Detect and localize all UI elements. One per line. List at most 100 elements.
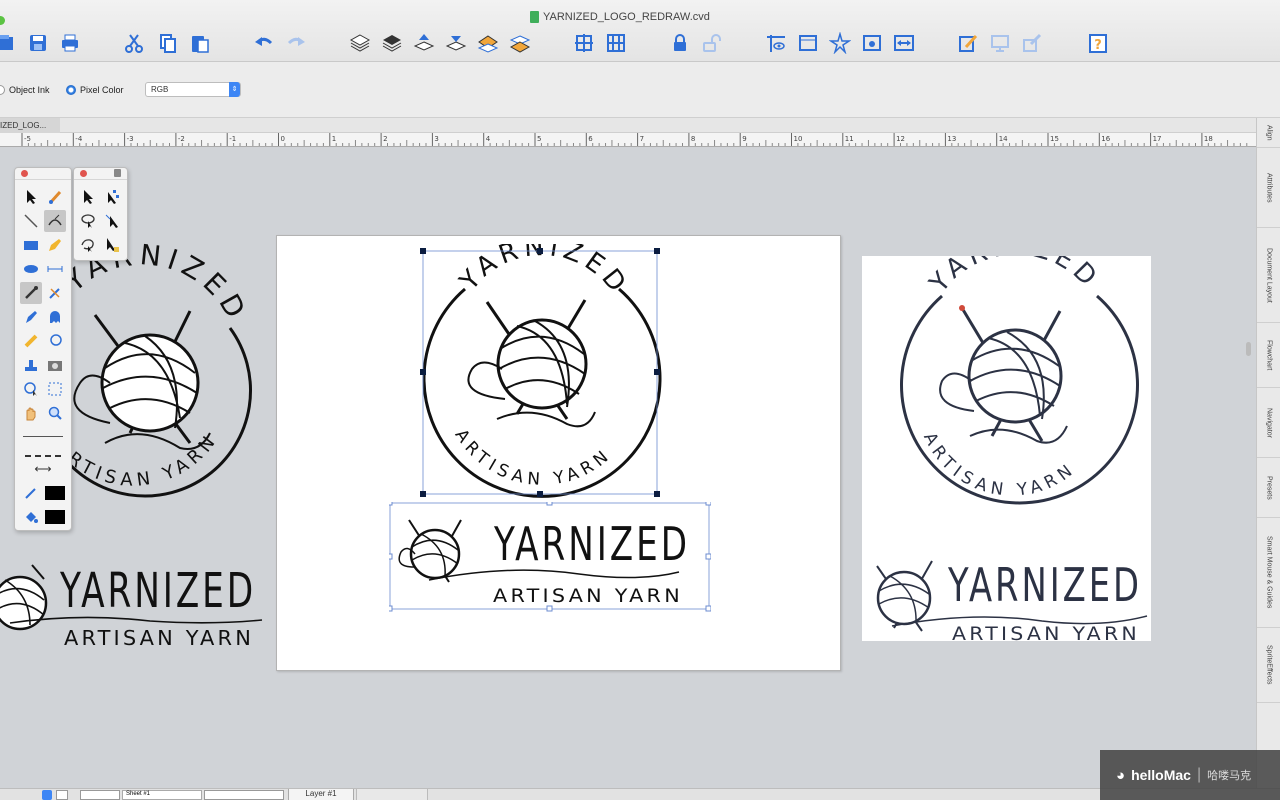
ungroup-button[interactable] — [604, 31, 628, 55]
send-backward-button[interactable] — [444, 31, 468, 55]
hand-tool[interactable] — [20, 402, 42, 424]
help-button[interactable]: ? — [1086, 31, 1110, 55]
paste-button[interactable] — [188, 31, 212, 55]
arrowheads-icon[interactable]: ⟷ — [23, 463, 63, 476]
dock-tab-align[interactable]: Align — [1257, 118, 1280, 148]
magic-lasso-tool[interactable] — [77, 234, 99, 256]
freehand-tool[interactable] — [44, 234, 66, 256]
marquee-tool[interactable] — [44, 378, 66, 400]
line-color-swatch[interactable] — [45, 486, 65, 500]
sheet-nav-buttons[interactable] — [204, 790, 284, 800]
subpalette-header[interactable] — [74, 168, 127, 180]
window-zoom-button[interactable] — [0, 16, 5, 25]
crayon-tool[interactable] — [20, 330, 42, 352]
text-tool[interactable] — [44, 282, 66, 304]
bring-to-front-button[interactable] — [348, 31, 372, 55]
lock-button[interactable] — [668, 31, 692, 55]
stamp-tool[interactable] — [20, 354, 42, 376]
star-tool-button[interactable] — [828, 31, 852, 55]
line-weight-sample[interactable] — [23, 436, 63, 437]
page-horizontal-logo[interactable]: YARNIZED ARTISAN YARN — [389, 502, 711, 612]
show-rulers-button[interactable] — [764, 31, 788, 55]
dock-tab-smart-mouse[interactable]: Smart Mouse & Guides — [1257, 518, 1280, 628]
undo-button[interactable] — [252, 31, 276, 55]
send-to-back-button[interactable] — [380, 31, 404, 55]
document-tab[interactable]: IZED_LOG... — [0, 118, 60, 133]
vertical-scroll-thumb[interactable] — [1246, 342, 1251, 356]
point-select-tool[interactable] — [101, 186, 123, 208]
dimension-tool[interactable] — [44, 258, 66, 280]
presentation-button[interactable] — [988, 31, 1012, 55]
zoom-tool[interactable] — [44, 402, 66, 424]
rectangle-tool[interactable] — [20, 234, 42, 256]
add-sheet-button[interactable] — [56, 790, 68, 800]
bezier-tool[interactable] — [44, 210, 66, 232]
line-color-tool[interactable] — [20, 482, 42, 504]
object-ink-option[interactable]: Object Ink — [0, 85, 50, 95]
direct-select-tool[interactable] — [101, 210, 123, 232]
dock-tab-flowchart[interactable]: Flowchart — [1257, 323, 1280, 388]
lasso-select-tool[interactable] — [77, 210, 99, 232]
zoom-menu-button[interactable] — [42, 790, 52, 800]
sheet-select[interactable]: Sheet #1 — [122, 790, 202, 800]
ruler-label: 7 — [640, 135, 644, 143]
dash-style-sample[interactable] — [25, 455, 61, 457]
color-mode-select[interactable]: RGB ⇕ — [145, 82, 241, 97]
layer-tab[interactable]: Layer #1 — [288, 789, 354, 800]
object-ink-radio[interactable] — [0, 85, 5, 95]
group-button[interactable] — [572, 31, 596, 55]
page-nav-buttons[interactable] — [80, 790, 120, 800]
document-page[interactable]: YARNIZED ARTISAN YARN YARNIZED ARTISAN Y… — [276, 235, 841, 671]
lasso-tool[interactable] — [44, 330, 66, 352]
fill-color-swatch[interactable] — [45, 510, 65, 524]
fit-width-button[interactable] — [892, 31, 916, 55]
show-page-button[interactable] — [796, 31, 820, 55]
move-to-layer-down-button[interactable] — [508, 31, 532, 55]
layer-tab-empty[interactable] — [356, 789, 428, 800]
line-tool[interactable] — [20, 210, 42, 232]
bring-forward-button[interactable] — [412, 31, 436, 55]
pixel-color-option[interactable]: Pixel Color — [66, 85, 124, 95]
color-select-tool[interactable] — [101, 234, 123, 256]
cut-button[interactable] — [122, 31, 146, 55]
markup-button[interactable] — [1020, 31, 1044, 55]
camera-tool[interactable] — [44, 354, 66, 376]
move-to-layer-up-button[interactable] — [476, 31, 500, 55]
open-button[interactable] — [0, 31, 18, 55]
oval-tool[interactable] — [20, 258, 42, 280]
sprite-tool[interactable] — [44, 306, 66, 328]
arrow-select-tool[interactable] — [77, 186, 99, 208]
marker-tool[interactable] — [20, 306, 42, 328]
settings-button[interactable] — [860, 31, 884, 55]
edit-notes-button[interactable] — [956, 31, 980, 55]
pasteboard-horizontal-logo[interactable]: YARNIZED ARTISAN YARN — [0, 555, 270, 650]
copy-button[interactable] — [156, 31, 180, 55]
close-icon[interactable] — [80, 170, 87, 177]
ruler-ticks: -5 -4 -3 -2 -1 0 1 2 3 4 5 6 7 8 9 10 11 12 13 14 15 16 17 18 — [21, 133, 1248, 146]
dock-tab-navigator[interactable]: Navigator — [1257, 388, 1280, 458]
dock-tab-document-layout[interactable]: Document Layout — [1257, 228, 1280, 323]
eyedropper-tool[interactable] — [20, 282, 42, 304]
save-button[interactable] — [26, 31, 50, 55]
close-icon[interactable] — [21, 170, 28, 177]
selection-tool[interactable] — [20, 186, 42, 208]
group-icon — [575, 34, 593, 52]
side-dock: Align Attributes Document Layout Flowcha… — [1256, 118, 1280, 800]
print-button[interactable] — [58, 31, 82, 55]
fill-color-tool[interactable] — [20, 506, 42, 528]
dock-tab-attributes[interactable]: Attributes — [1257, 148, 1280, 228]
tool-palette-header[interactable] — [15, 168, 71, 180]
dock-tab-presets[interactable]: Presets — [1257, 458, 1280, 518]
selection-box-stamp[interactable] — [419, 247, 661, 499]
pixel-color-radio[interactable] — [66, 85, 76, 95]
drawing-canvas[interactable]: YARNIZED ARTISAN YARN YARNIZED ARTISAN Y… — [0, 148, 1256, 788]
ellipse-icon — [24, 265, 38, 273]
lock-icon[interactable] — [114, 169, 121, 177]
reference-image[interactable]: YARNIZED ARTISAN YARN — [862, 231, 1151, 645]
dock-tab-spriteeffects[interactable]: SpriteEffects — [1257, 628, 1280, 703]
unlock-button[interactable] — [700, 31, 724, 55]
redo-button[interactable] — [284, 31, 308, 55]
brush-tool[interactable] — [44, 186, 66, 208]
horizontal-ruler[interactable]: -5 -4 -3 -2 -1 0 1 2 3 4 5 6 7 8 9 10 11 12 13 14 15 16 17 18 — [0, 133, 1256, 147]
shape-lasso-tool[interactable] — [20, 378, 42, 400]
